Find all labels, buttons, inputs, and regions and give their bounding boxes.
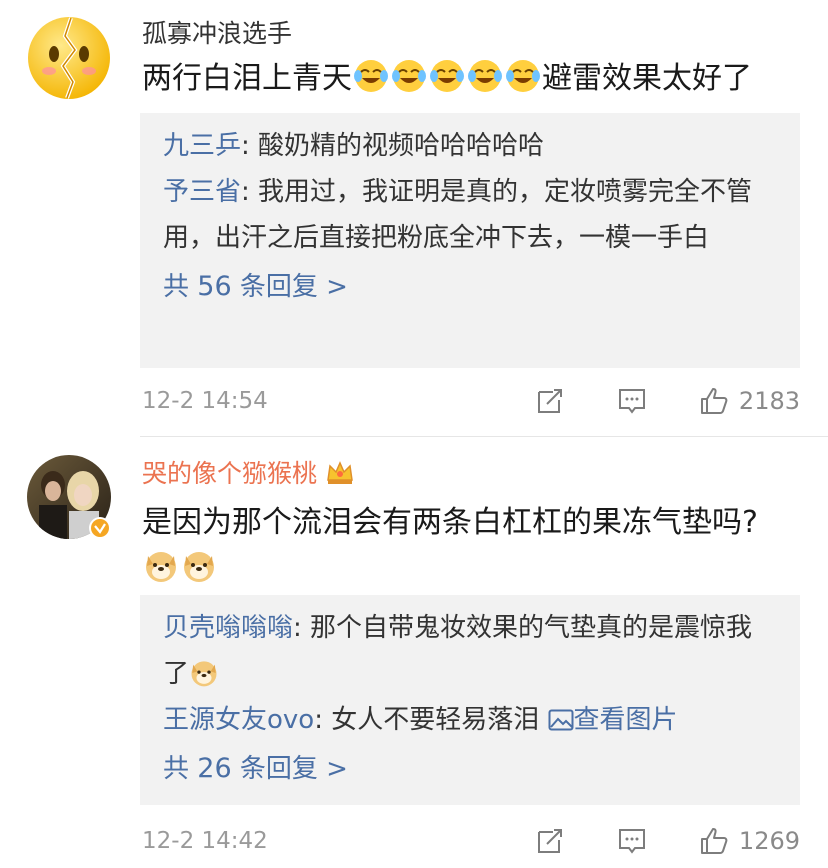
avatar[interactable] — [27, 16, 111, 100]
action-bar: 1269 — [535, 821, 800, 861]
view-image-link[interactable]: 查看图片 — [548, 705, 678, 735]
doge-emoji-icon — [146, 552, 176, 582]
more-suffix: 条回复 > — [239, 754, 348, 784]
like-icon[interactable] — [699, 826, 729, 856]
reply-separator: : — [293, 613, 311, 643]
reply-item[interactable]: 王源女友ovo: 女人不要轻易落泪 查看图片 — [163, 697, 778, 743]
more-prefix: 共 — [163, 754, 190, 784]
reply-item[interactable]: 九三乒: 酸奶精的视频哈哈哈哈哈 — [163, 123, 778, 169]
reply-separator: : — [241, 177, 259, 207]
avatar[interactable] — [27, 455, 111, 539]
username-text[interactable]: 哭的像个猕猴桃 — [142, 459, 317, 488]
reply-username[interactable]: 予三省 — [163, 177, 241, 207]
reply-username[interactable]: 九三乒 — [163, 131, 241, 161]
more-count: 56 — [197, 271, 232, 302]
reply-username[interactable]: 贝壳嗡嗡嗡 — [163, 613, 293, 643]
timestamp: 12-2 14:42 — [142, 828, 268, 854]
crown-badge-icon[interactable] — [325, 460, 355, 486]
username[interactable]: 哭的像个猕猴桃 — [142, 457, 355, 491]
view-more-replies-link[interactable]: 共 56 条回复 > — [163, 265, 778, 309]
comment-text-end: 避雷效果太好了 — [542, 61, 752, 96]
view-more-replies-link[interactable]: 共 26 条回复 > — [163, 747, 778, 791]
repost-icon[interactable] — [535, 386, 565, 416]
laugh-cry-emoji-icon — [392, 60, 426, 92]
laugh-cry-emoji-icon — [506, 60, 540, 92]
laugh-cry-emoji-icon — [430, 60, 464, 92]
like-icon[interactable] — [699, 386, 729, 416]
laugh-cry-emoji-icon — [468, 60, 502, 92]
comment-text: 是因为那个流泪会有两条白杠杠的果冻气垫吗? — [142, 500, 798, 592]
reply-item[interactable]: 予三省: 我用过，我证明是真的，定妆喷雾完全不管用，出汗之后直接把粉底全冲下去，… — [163, 169, 778, 261]
comment-text-start: 两行白泪上青天 — [142, 61, 352, 96]
comment-text: 两行白泪上青天 避雷效果太好了 — [142, 56, 798, 102]
reply-box[interactable]: 九三乒: 酸奶精的视频哈哈哈哈哈 予三省: 我用过，我证明是真的，定妆喷雾完全不… — [140, 113, 800, 368]
reply-text: 女人不要轻易落泪 — [331, 705, 548, 735]
reply-username[interactable]: 王源女友ovo — [163, 705, 314, 735]
repost-icon[interactable] — [535, 826, 565, 856]
comment-item: 孤寡冲浪选手 两行白泪上青天 避雷效果太好了 九三乒: 酸奶精的视频哈哈哈哈哈 予… — [0, 0, 828, 436]
comment-icon[interactable] — [617, 386, 647, 416]
more-prefix: 共 — [163, 272, 190, 302]
comment-icon[interactable] — [617, 826, 647, 856]
reply-box[interactable]: 贝壳嗡嗡嗡: 那个自带鬼妆效果的气垫真的是震惊我了 王源女友ovo: 女人不要轻… — [140, 595, 800, 805]
action-bar: 2183 — [535, 381, 800, 421]
image-icon — [548, 709, 573, 731]
comment-item: 哭的像个猕猴桃 是因为那个流泪会有两条白杠杠的果冻气垫吗? 贝壳嗡嗡嗡: 那个自… — [0, 437, 828, 868]
reply-item[interactable]: 贝壳嗡嗡嗡: 那个自带鬼妆效果的气垫真的是震惊我了 — [163, 605, 778, 697]
comment-text-body: 是因为那个流泪会有两条白杠杠的果冻气垫吗? — [142, 505, 758, 540]
timestamp: 12-2 14:54 — [142, 388, 268, 414]
like-count: 2183 — [738, 387, 800, 415]
like-count: 1269 — [738, 827, 800, 855]
more-count: 26 — [197, 753, 232, 784]
more-suffix: 条回复 > — [239, 272, 348, 302]
laugh-cry-emoji-icon — [354, 60, 388, 92]
comment-list: 孤寡冲浪选手 两行白泪上青天 避雷效果太好了 九三乒: 酸奶精的视频哈哈哈哈哈 予… — [0, 0, 828, 868]
view-image-label[interactable]: 查看图片 — [574, 705, 678, 735]
reply-separator: : — [241, 131, 259, 161]
doge-emoji-icon — [184, 552, 214, 582]
reply-text: 酸奶精的视频哈哈哈哈哈 — [258, 131, 545, 161]
username[interactable]: 孤寡冲浪选手 — [142, 17, 292, 51]
doge-emoji-icon — [191, 661, 217, 687]
reply-separator: : — [314, 705, 332, 735]
